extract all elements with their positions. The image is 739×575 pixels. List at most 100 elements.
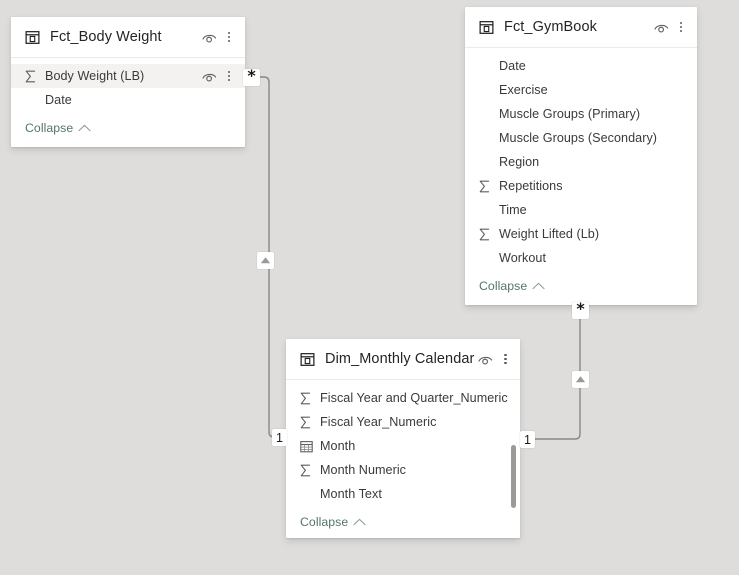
sigma-icon [479, 180, 496, 193]
field-name: Exercise [499, 83, 548, 97]
field-row[interactable]: Month Numeric [286, 458, 520, 482]
table-title: Fct_Body Weight [50, 29, 162, 45]
kebab-dot [227, 74, 231, 78]
eye-hide-glyph [478, 356, 493, 365]
cardinality-many-badge-bodyweight[interactable]: * [243, 68, 260, 86]
field-row[interactable]: Muscle Groups (Secondary) [465, 126, 697, 150]
table-card-fct-body-weight[interactable]: Fct_Body Weight Body Weight (LB) Date Co… [11, 17, 245, 147]
sigma-icon [300, 392, 317, 405]
field-row[interactable]: Workout [465, 246, 697, 270]
table-header-actions [474, 349, 512, 369]
eye-hide-icon[interactable] [198, 27, 220, 47]
field-name: Time [499, 203, 527, 217]
field-name: Body Weight (LB) [45, 69, 145, 83]
field-name: Month Numeric [320, 463, 407, 477]
kebab-dot [504, 362, 507, 365]
field-name: Weight Lifted (Lb) [499, 227, 600, 241]
field-name: Workout [499, 251, 547, 265]
sigma-glyph [300, 464, 311, 476]
table-icon [300, 352, 315, 366]
kebab-dot [679, 25, 683, 29]
table-card-header[interactable]: Fct_GymBook [465, 7, 697, 48]
field-row[interactable]: Month [286, 434, 520, 458]
field-name: Region [499, 155, 540, 169]
field-row[interactable]: Date [465, 54, 697, 78]
calendar-icon [300, 440, 317, 453]
sigma-glyph [25, 70, 36, 82]
cardinality-one-badge-bodyweight[interactable]: 1 [272, 429, 287, 446]
sigma-icon [479, 228, 496, 241]
more-options-icon[interactable] [222, 66, 236, 86]
more-options-icon[interactable] [222, 27, 236, 47]
table-card-header[interactable]: Fct_Body Weight [11, 17, 245, 58]
table-card-fct-gymbook[interactable]: Fct_GymBook Date Exercise Muscle Groups … [465, 7, 697, 305]
table-icon [25, 30, 40, 44]
field-name: Date [499, 59, 526, 73]
field-row[interactable]: Time [465, 198, 697, 222]
field-row[interactable]: Date [11, 88, 245, 112]
collapse-row[interactable]: Collapse [465, 270, 697, 298]
kebab-dot [227, 35, 231, 39]
table-card-header[interactable]: Dim_Monthly Calendar [286, 339, 520, 380]
collapse-label: Collapse [25, 120, 74, 135]
more-options-icon[interactable] [674, 17, 688, 37]
sigma-glyph [300, 416, 311, 428]
field-row[interactable]: Repetitions [465, 174, 697, 198]
field-row[interactable]: Exercise [465, 78, 697, 102]
field-row[interactable]: Muscle Groups (Primary) [465, 102, 697, 126]
sigma-icon [25, 70, 42, 83]
sigma-glyph [479, 180, 490, 192]
filter-direction-up-arrow-icon [575, 376, 586, 383]
eye-hide-glyph [201, 73, 216, 82]
sigma-glyph [300, 392, 311, 404]
chevron-up-icon [78, 124, 91, 131]
collapse-row[interactable]: Collapse [11, 112, 245, 140]
table-card-dim-monthly-calendar[interactable]: Dim_Monthly Calendar Fiscal Year and Qua… [286, 339, 520, 538]
field-row[interactable]: Month Text [286, 482, 520, 506]
field-row[interactable]: Fiscal Year and Quarter_Numeric [286, 386, 520, 410]
eye-hide-icon[interactable] [650, 17, 672, 37]
field-name: Fiscal Year and Quarter_Numeric [320, 391, 508, 405]
table-title: Dim_Monthly Calendar [325, 351, 475, 367]
field-name: Fiscal Year_Numeric [320, 415, 437, 429]
kebab-dot [227, 40, 231, 43]
field-name: Muscle Groups (Secondary) [499, 131, 658, 145]
sigma-icon [300, 464, 317, 477]
cardinality-many-badge-gymbook[interactable]: * [572, 301, 589, 319]
eye-hide-glyph [653, 24, 668, 33]
table-title: Fct_GymBook [504, 19, 597, 35]
eye-hide-glyph [201, 34, 216, 43]
field-row[interactable]: Weight Lifted (Lb) [465, 222, 697, 246]
filter-direction-up-arrow-icon [260, 257, 271, 264]
eye-hide-icon[interactable] [198, 66, 220, 86]
kebab-dot [504, 353, 507, 356]
cross-filter-direction-arrow-gymbook[interactable] [572, 371, 589, 388]
field-row[interactable]: Body Weight (LB) [11, 64, 245, 88]
chevron-up-icon [532, 282, 545, 289]
field-row-actions [198, 66, 236, 86]
kebab-dot [679, 30, 683, 33]
cardinality-one-badge-gymbook[interactable]: 1 [520, 431, 535, 448]
collapse-row[interactable]: Collapse [286, 506, 520, 534]
field-name: Muscle Groups (Primary) [499, 107, 641, 121]
vertical-scrollbar[interactable] [511, 445, 516, 508]
model-diagram-canvas[interactable]: Fct_Body Weight Body Weight (LB) Date Co… [0, 0, 739, 575]
sigma-icon [300, 416, 317, 429]
table-header-actions [198, 27, 236, 47]
field-list: Fiscal Year and Quarter_Numeric Fiscal Y… [286, 380, 520, 506]
cross-filter-direction-arrow-bodyweight[interactable] [257, 252, 274, 269]
kebab-dot [227, 70, 231, 73]
field-row[interactable]: Region [465, 150, 697, 174]
kebab-dot [679, 21, 683, 24]
field-row[interactable]: Fiscal Year_Numeric [286, 410, 520, 434]
eye-hide-icon[interactable] [474, 349, 496, 369]
calendar-glyph [300, 440, 313, 452]
field-list: Date Exercise Muscle Groups (Primary) Mu… [465, 48, 697, 270]
kebab-dot [504, 357, 507, 361]
field-list: Body Weight (LB) Date [11, 58, 245, 112]
field-name: Month Text [320, 487, 382, 501]
collapse-label: Collapse [479, 278, 528, 293]
more-options-icon[interactable] [498, 349, 512, 369]
table-icon [479, 20, 494, 34]
field-name: Date [45, 93, 72, 107]
